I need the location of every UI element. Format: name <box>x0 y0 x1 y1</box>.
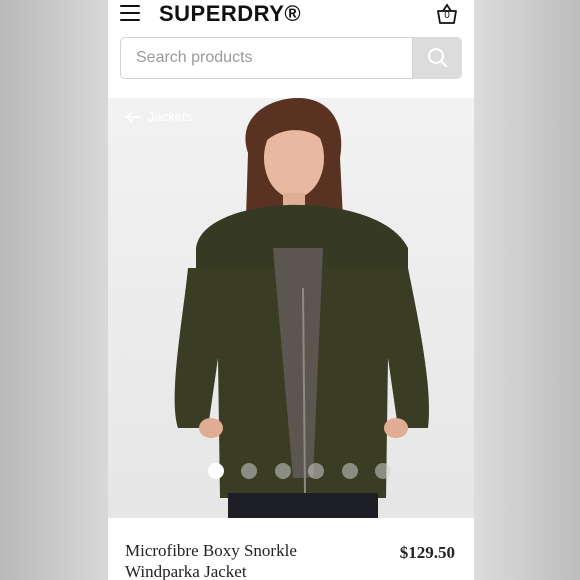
gallery-dot[interactable] <box>375 463 392 479</box>
product-info-card: Microfibre Boxy Snorkle Windparka Jacket… <box>108 518 474 580</box>
back-to-jackets-link[interactable]: Jackets <box>125 108 193 125</box>
brand-logo[interactable]: SUPERDRY® <box>159 1 301 27</box>
arrow-left-icon <box>125 110 141 123</box>
search-button[interactable] <box>413 37 462 79</box>
gallery-dot[interactable] <box>208 463 224 479</box>
bag-count: 0 <box>444 10 450 21</box>
phone-screen: SUPERDRY® 0 Search products Jackets Micr… <box>108 0 474 580</box>
site-header: SUPERDRY® 0 <box>108 0 474 30</box>
search-icon <box>428 48 448 68</box>
gallery-dot[interactable] <box>308 463 325 479</box>
search-bar <box>120 37 462 81</box>
backdrop-right <box>474 0 580 580</box>
shopping-bag-icon[interactable]: 0 <box>435 3 459 25</box>
gallery-dot[interactable] <box>341 463 358 479</box>
gallery-pagination <box>208 463 404 479</box>
gallery-dot[interactable] <box>274 463 291 479</box>
gallery-dot[interactable] <box>241 463 258 479</box>
product-name: Microfibre Boxy Snorkle Windparka Jacket <box>125 541 297 580</box>
product-image[interactable]: Jackets <box>108 98 474 518</box>
jacket-photo <box>174 98 429 518</box>
hamburger-menu-icon[interactable] <box>120 5 140 23</box>
search-input[interactable] <box>120 37 413 79</box>
breadcrumb-label: Jackets <box>148 109 193 125</box>
backdrop-left <box>0 0 108 580</box>
product-price: $129.50 <box>399 543 455 562</box>
